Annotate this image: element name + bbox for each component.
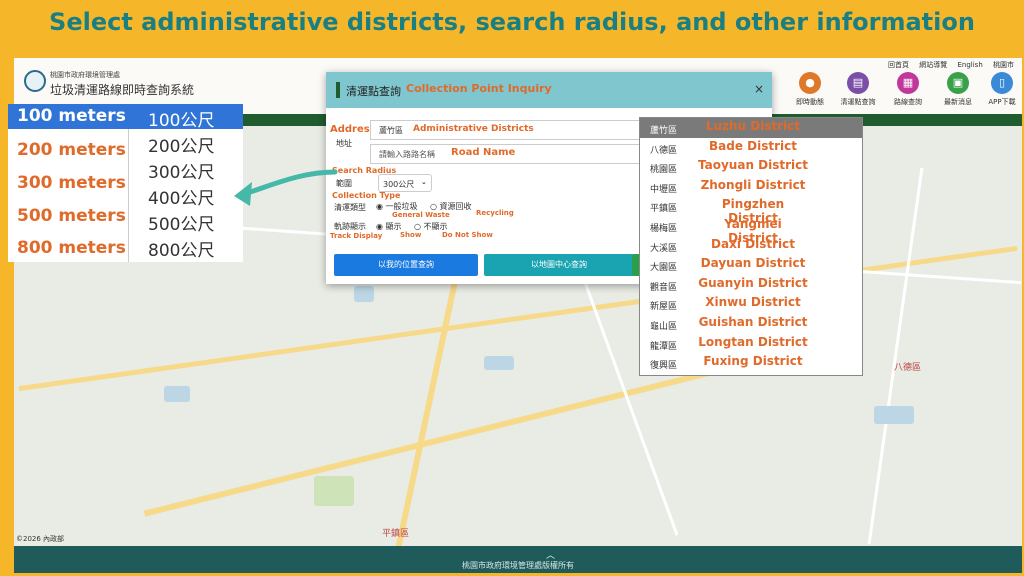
- track-label-zh: 軌跡顯示: [334, 222, 366, 231]
- address-label-en: Address: [330, 124, 376, 135]
- header-accent-bar: [336, 82, 340, 98]
- search-icon: ▤: [847, 72, 869, 94]
- pointer-arrow-icon: [234, 169, 338, 206]
- route-icon: ▦: [897, 72, 919, 94]
- district-option[interactable]: 復興區 Fuxing District: [640, 353, 862, 373]
- page-heading: Select administrative districts, search …: [49, 8, 975, 36]
- district-select[interactable]: 蘆竹區 Administrative Districts: [370, 120, 642, 140]
- district-option[interactable]: 大溪區 Daxi District: [640, 236, 862, 256]
- radius-option-zh[interactable]: 200公尺: [148, 132, 214, 157]
- close-icon[interactable]: ×: [754, 82, 764, 96]
- nav-app[interactable]: ▯ APP下載: [980, 72, 1022, 107]
- nav-realtime[interactable]: ● 即時動態: [788, 72, 832, 107]
- map-copyright: ©2026 內政部: [16, 535, 65, 543]
- dialog-title-zh: 清運點查詢: [346, 85, 401, 98]
- track-label-en: Track Display: [330, 232, 383, 240]
- dialog-header: 清運點查詢 Collection Point Inquiry ×: [326, 72, 772, 108]
- address-label-zh: 地址: [336, 139, 352, 148]
- district-option[interactable]: 觀音區 Guanyin District: [640, 275, 862, 295]
- district-option[interactable]: 平鎮區 Pingzhen District: [640, 196, 862, 225]
- footer: ︿ 桃園市政府環境管理處版權所有: [14, 546, 1022, 573]
- city-link[interactable]: 桃園市: [993, 61, 1014, 69]
- district-option[interactable]: 龜山區 Guishan District: [640, 314, 862, 334]
- district-option[interactable]: 中壢區 Zhongli District: [640, 177, 862, 197]
- district-option[interactable]: 蘆竹區 Luzhu District: [640, 118, 862, 138]
- radius-option-zh[interactable]: 300公尺: [148, 158, 214, 183]
- district-option[interactable]: 大園區 Dayuan District: [640, 255, 862, 275]
- district-option[interactable]: 桃園區 Taoyuan District: [640, 157, 862, 177]
- chevron-down-icon: ⌄: [421, 178, 427, 186]
- sitemap-link[interactable]: 網站導覽: [919, 61, 947, 69]
- org-name: 桃園市政府環境管理處: [50, 71, 120, 79]
- radius-divider: [128, 129, 129, 262]
- map-district-label: 平鎮區: [382, 529, 410, 539]
- search-map-center-button[interactable]: 以地圖中心查詢: [484, 254, 634, 276]
- truck-icon: ●: [799, 72, 821, 94]
- top-links: 回首頁 網站導覽 English 桃園市: [880, 60, 1014, 70]
- radius-select[interactable]: 300公尺 ⌄: [378, 174, 432, 192]
- radius-option-en[interactable]: 800 meters: [17, 238, 126, 258]
- dialog-title-en: Collection Point Inquiry: [406, 82, 552, 95]
- track-opt1-en: Show: [400, 231, 422, 239]
- map-road: [867, 167, 924, 545]
- home-link[interactable]: 回首頁: [888, 61, 909, 69]
- track-opt2-en: Do Not Show: [442, 231, 493, 239]
- district-option[interactable]: 楊梅區 Yangmei District: [640, 216, 862, 245]
- search-my-location-button[interactable]: 以我的位置查詢: [334, 254, 478, 276]
- road-name-input[interactable]: 請輸入路路名稱 Road Name: [370, 144, 642, 164]
- english-link[interactable]: English: [957, 61, 982, 69]
- news-icon: ▣: [947, 72, 969, 94]
- district-option[interactable]: 新屋區 Xinwu District: [640, 294, 862, 314]
- radius-option-zh[interactable]: 400公尺: [148, 184, 214, 209]
- district-option[interactable]: 八德區 Bade District: [640, 138, 862, 158]
- nav-news[interactable]: ▣ 最新消息: [936, 72, 980, 107]
- map-pond: [354, 286, 374, 302]
- map-pond: [164, 386, 190, 402]
- type-opt1-en: General Waste: [392, 211, 450, 219]
- map-park: [314, 476, 354, 506]
- track-radio-show[interactable]: ◉ 顯示: [376, 221, 402, 232]
- type-opt2-en: Recycling: [476, 209, 514, 217]
- radius-option-en[interactable]: 500 meters: [17, 206, 126, 226]
- footer-copyright: 桃園市政府環境管理處版權所有: [462, 561, 574, 570]
- system-title: 垃圾清運路線即時查詢系統: [50, 83, 195, 97]
- radius-dropdown: 100 meters 100公尺 200 meters 200公尺 300 me…: [8, 104, 243, 262]
- radius-option-zh[interactable]: 100公尺: [148, 106, 214, 131]
- phone-icon: ▯: [991, 72, 1013, 94]
- radius-option-zh[interactable]: 800公尺: [148, 236, 214, 261]
- radius-option-en[interactable]: 300 meters: [17, 173, 126, 193]
- type-label-en: Collection Type: [332, 191, 401, 200]
- district-option[interactable]: 龍潭區 Longtan District: [640, 334, 862, 354]
- radius-option-en[interactable]: 100 meters: [17, 106, 126, 126]
- map-pond: [874, 406, 914, 424]
- district-dropdown: 蘆竹區 Luzhu District 八德區 Bade District 桃園區 Ta…: [639, 117, 863, 376]
- radius-option-en[interactable]: 200 meters: [17, 140, 126, 160]
- map-district-label: 八德區: [894, 363, 922, 373]
- map-pond: [484, 356, 514, 370]
- nav-collection-point[interactable]: ▤ 清運點查詢: [836, 72, 880, 107]
- radius-option-zh[interactable]: 500公尺: [148, 210, 214, 235]
- nav-route[interactable]: ▦ 路線查詢: [886, 72, 930, 107]
- agency-logo-icon[interactable]: [24, 70, 46, 92]
